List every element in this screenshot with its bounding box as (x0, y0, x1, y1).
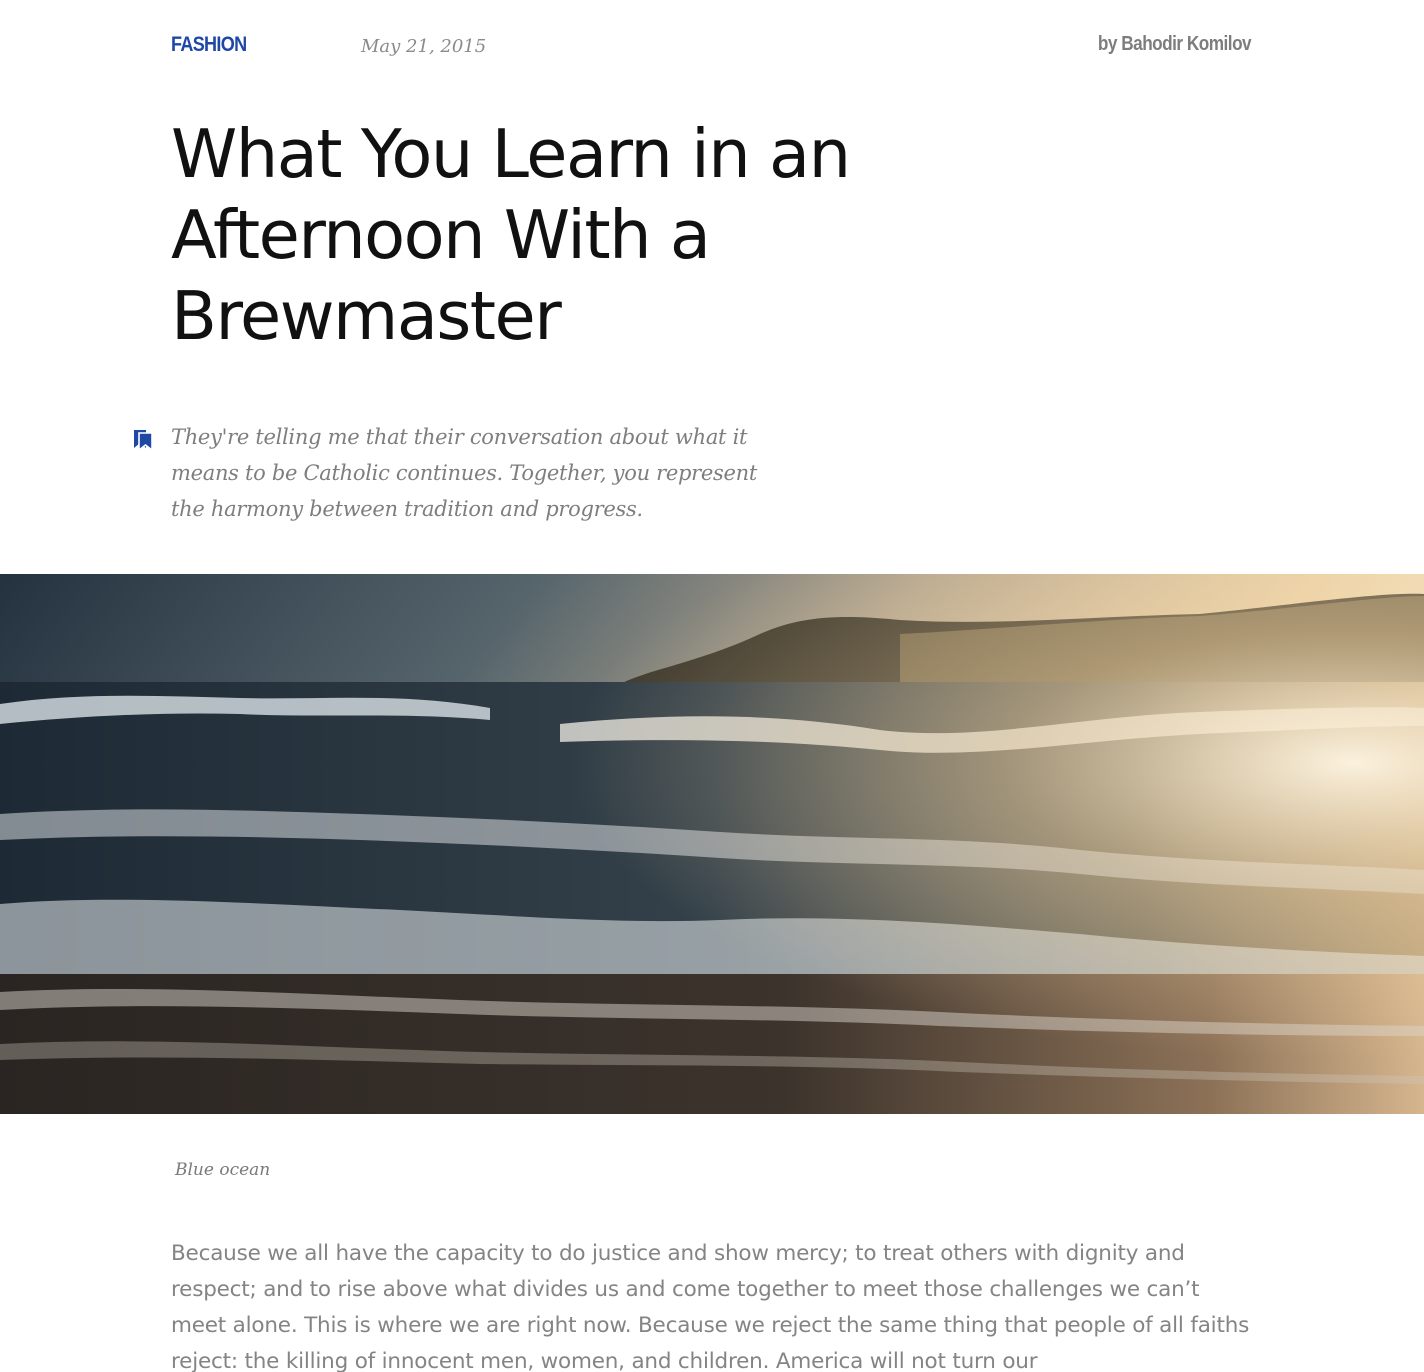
category-link[interactable]: FASHION (171, 33, 247, 57)
author-byline[interactable]: by Bahodir Komilov (1098, 33, 1252, 56)
image-caption: Blue ocean (175, 1160, 271, 1180)
article-page: FASHION May 21, 2015 by Bahodir Komilov … (0, 0, 1424, 1372)
article-title: What You Learn in an Afternoon With a Br… (171, 115, 851, 355)
bookmarks-icon (134, 430, 153, 450)
article-body: Because we all have the capacity to do j… (171, 1241, 1250, 1372)
hero-image (0, 574, 1424, 1114)
article-lead: They're telling me that their conversati… (171, 425, 758, 521)
article-meta-bar: FASHION May 21, 2015 by Bahodir Komilov (171, 33, 1252, 67)
publish-date: May 21, 2015 (361, 36, 487, 57)
